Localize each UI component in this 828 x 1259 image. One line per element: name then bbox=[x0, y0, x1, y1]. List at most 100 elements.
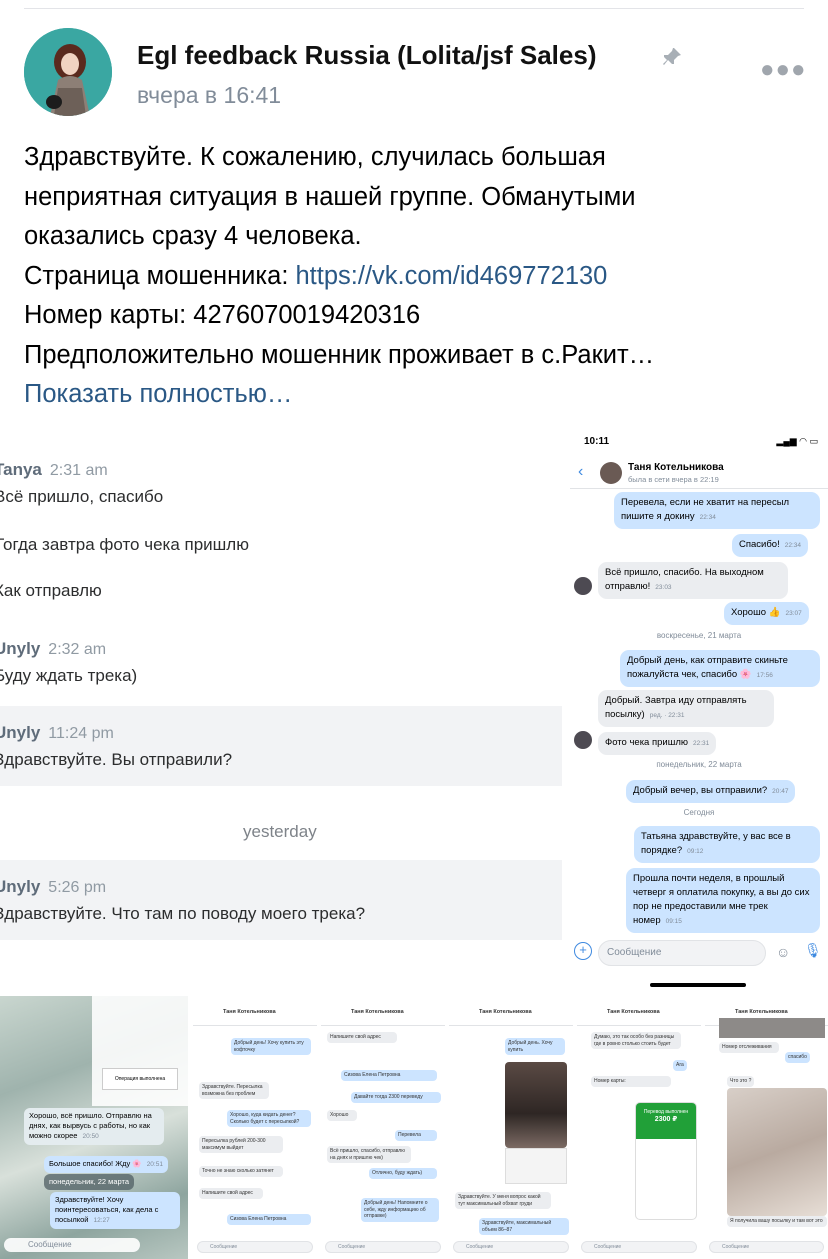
header-divider bbox=[570, 488, 828, 489]
group-name[interactable]: Egl feedback Russia (Lolita/jsf Sales) bbox=[137, 40, 596, 71]
message-input[interactable]: Сообщение bbox=[598, 940, 766, 966]
emoji-icon[interactable]: ☺ bbox=[776, 944, 790, 960]
product-card bbox=[505, 1148, 567, 1184]
chat-bubble: Здравствуйте, максимальный объем 86–87 bbox=[479, 1218, 569, 1235]
chat-bubble: Думаю, это так особо без разницы где в р… bbox=[591, 1032, 681, 1049]
receipt-label: Операция выполнена bbox=[102, 1068, 178, 1090]
receipt-header: Перевод выполнен 2300 ₽ bbox=[636, 1103, 696, 1139]
chat-bubble: Добрый день, как отправите скиньте пожал… bbox=[620, 650, 820, 687]
chat-bubble: Точно не знаю сколько затянет bbox=[199, 1166, 283, 1177]
back-icon[interactable]: ‹ bbox=[578, 463, 583, 481]
group-avatar[interactable] bbox=[24, 28, 112, 116]
chat-bubble: Хорошо, всё пришло. Отправлю на днях, ка… bbox=[24, 1108, 164, 1145]
chat-bubble: Фото чека пришлю 22:31 bbox=[598, 732, 717, 755]
chat-bubble: спасибо bbox=[785, 1052, 810, 1063]
chat-bubble: Сизова Елена Петровна bbox=[341, 1070, 437, 1081]
message-input[interactable]: Сообщение bbox=[453, 1241, 569, 1253]
contact-name: Таня Котельникова bbox=[479, 1009, 532, 1015]
message-text: Всё пришло, спасибо bbox=[0, 487, 164, 506]
message-author: Unyly 5:26 pm bbox=[0, 877, 107, 896]
attached-image-chat-2[interactable]: Таня Котельникова Добрый день! Хочу купи… bbox=[193, 996, 317, 1259]
message-text: Тогда завтра фото чека пришлю bbox=[0, 535, 249, 554]
chat-bubble: Большое спасибо! Жду 🌸 20:51 bbox=[44, 1156, 168, 1173]
message-input[interactable]: Сообщение bbox=[197, 1241, 313, 1253]
show-more-link[interactable]: Показать полностью… bbox=[24, 375, 814, 415]
date-separator: понедельник, 22 марта bbox=[656, 760, 742, 769]
top-divider bbox=[24, 8, 804, 9]
chat-bubble: Хорошо bbox=[327, 1110, 357, 1121]
parcel-photo bbox=[727, 1088, 827, 1216]
post-line: неприятная ситуация в нашей группе. Обма… bbox=[24, 182, 636, 211]
date-separator: понедельник, 22 марта bbox=[44, 1174, 135, 1190]
scammer-line: Страница мошенника: https://vk.com/id469… bbox=[24, 257, 814, 297]
chat-bubble: Пересылка рублей 200-300 максимум выйдет bbox=[199, 1136, 283, 1153]
home-indicator bbox=[650, 983, 746, 987]
chat-bubble: Давайте тогда 2300 переведу bbox=[351, 1092, 441, 1103]
message-text: Буду ждать трека) bbox=[0, 666, 138, 685]
message-input[interactable]: Сообщение bbox=[325, 1241, 441, 1253]
chat-bubble: Добрый. Завтра иду отправлять посылку) ре… bbox=[598, 690, 774, 727]
contact-name: Таня Котельникова bbox=[223, 1009, 276, 1015]
attached-image-sea-chat[interactable]: Операция выполнена Хорошо, всё пришло. О… bbox=[0, 996, 188, 1259]
chat-bubble: Спасибо! 22:34 bbox=[732, 534, 808, 557]
post-time[interactable]: вчера в 16:41 bbox=[137, 82, 281, 109]
receipt-card: Операция выполнена bbox=[92, 996, 188, 1106]
message-text: Как отправлю bbox=[0, 581, 102, 600]
mic-icon[interactable]: 🎙 bbox=[804, 942, 822, 959]
attached-image-phone-chat[interactable]: 10:11 ▂▄▆ ◠ ▭ ‹ Таня Котельникова была в… bbox=[570, 430, 828, 990]
message-input[interactable]: Сообщение bbox=[581, 1241, 697, 1253]
chat-bubble: Перевела bbox=[395, 1130, 437, 1141]
chat-bubble: Ага bbox=[673, 1060, 687, 1071]
chat-bubble: Татьяна здравствуйте, у вас все в порядк… bbox=[634, 826, 820, 863]
post-line: Здравствуйте. К сожалению, случилась бол… bbox=[24, 143, 606, 171]
attach-icon[interactable]: + bbox=[574, 942, 592, 960]
chat-bubble: Прошла почти неделя, в прошлый четверг я… bbox=[626, 868, 820, 933]
attached-image-chat-6[interactable]: Таня Котельникова Номер отслеживания спа… bbox=[705, 996, 828, 1259]
location-line: Предположительно мошенник проживает в с.… bbox=[24, 340, 655, 369]
attached-image-desktop-chat[interactable]: Tanya2:31 am Всё пришло, спасибо Тогда з… bbox=[0, 440, 562, 960]
chat-bubble: Здравствуйте! Хочу поинтересоваться, как… bbox=[50, 1192, 180, 1229]
pin-icon bbox=[663, 48, 681, 65]
chat-bubble: Всё пришло, спасибо, отправлю на днях и … bbox=[327, 1146, 411, 1163]
status-time: 10:11 bbox=[584, 436, 610, 447]
contact-name: Таня Котельникова bbox=[735, 1009, 788, 1015]
message-author: Tanya2:31 am bbox=[0, 460, 108, 479]
chat-bubble: Номер карты: bbox=[591, 1076, 671, 1087]
contact-status: была в сети вчера в 22:19 bbox=[628, 475, 719, 484]
avatar bbox=[574, 577, 592, 595]
avatar bbox=[574, 731, 592, 749]
highlight-row bbox=[0, 706, 562, 786]
chat-bubble: Хорошо, куда кидать денег? Сколько будет… bbox=[227, 1110, 311, 1127]
status-icons: ▂▄▆ ◠ ▭ bbox=[776, 436, 818, 446]
chat-bubble: Номер отслеживания bbox=[719, 1042, 779, 1053]
attached-image-chat-4[interactable]: Таня Котельникова Добрый день. Хочу купи… bbox=[449, 996, 573, 1259]
date-separator: воскресенье, 21 марта bbox=[656, 631, 742, 640]
chat-bubble: Сизова Елена Петровна bbox=[227, 1214, 311, 1225]
chat-bubble: Что это ? bbox=[727, 1076, 755, 1087]
chat-bubble: Добрый вечер, вы отправили? 20:47 bbox=[626, 780, 796, 803]
message-text: Здравствуйте. Что там по поводу моего тр… bbox=[0, 904, 366, 923]
message-text: Здравствуйте. Вы отправили? bbox=[0, 750, 233, 769]
scammer-label: Страница мошенника: bbox=[24, 261, 296, 290]
more-icon[interactable]: ●●● bbox=[760, 56, 807, 84]
contact-name: Таня Котельникова bbox=[351, 1009, 404, 1015]
scammer-link[interactable]: https://vk.com/id469772130 bbox=[296, 262, 608, 290]
message-author: Unyly 11:24 pm bbox=[0, 723, 114, 742]
chat-bubble: Я получила вашу посылку и там вот это bbox=[727, 1216, 827, 1227]
chat-bubble: Здравствуйте. Пересылка возможна без про… bbox=[199, 1082, 269, 1099]
message-input[interactable]: Сообщение bbox=[709, 1241, 824, 1253]
avatar bbox=[600, 462, 622, 484]
message-input[interactable]: Сообщение bbox=[4, 1238, 140, 1252]
contact-name: Таня Котельникова bbox=[628, 462, 724, 473]
card-line: Номер карты: 4276070019420316 bbox=[24, 301, 421, 329]
contact-name: Таня Котельникова bbox=[607, 1009, 660, 1015]
chat-bubble: Здравствуйте. У меня вопрос какой тут ма… bbox=[455, 1192, 551, 1209]
attached-image-chat-5[interactable]: Таня Котельникова Думаю, это так особо б… bbox=[577, 996, 701, 1259]
message-author: Unyly 2:32 am bbox=[0, 639, 107, 658]
chat-bubble: Добрый день! Напомните о себе, жду инфор… bbox=[361, 1198, 439, 1222]
date-separator: Сегодня bbox=[683, 808, 715, 817]
chat-bubble: Всё пришло, спасибо. На выходном отправл… bbox=[598, 562, 788, 599]
attached-image-chat-3[interactable]: Таня Котельникова Напишите свой адрес Си… bbox=[321, 996, 445, 1259]
chat-bubble: Напишите свой адрес bbox=[199, 1188, 263, 1199]
post-text: Здравствуйте. К сожалению, случилась бол… bbox=[24, 138, 814, 415]
